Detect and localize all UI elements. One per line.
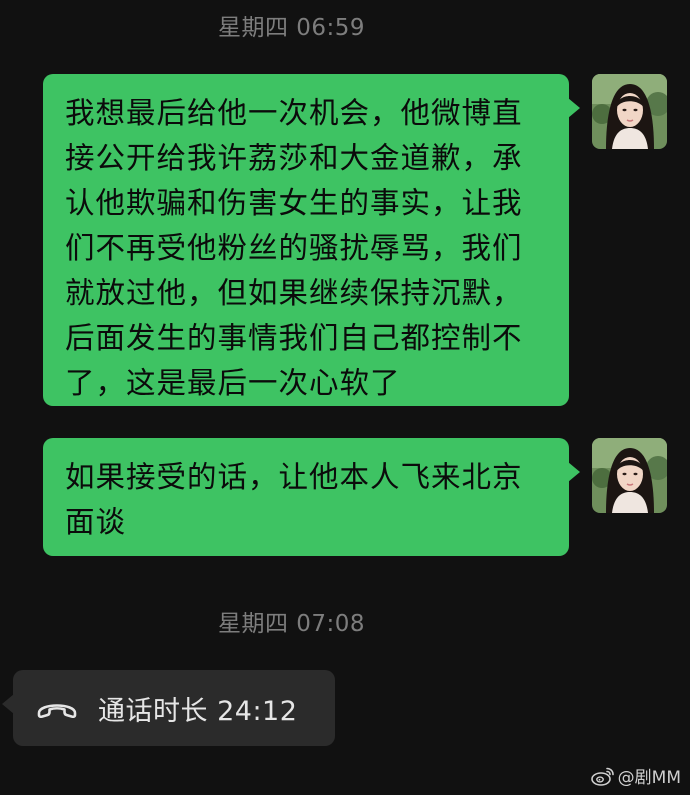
avatar[interactable] xyxy=(592,74,667,149)
watermark-text: @剧MM xyxy=(617,768,681,788)
phone-hangup-icon xyxy=(35,693,81,723)
timestamp-2: 星期四 07:08 xyxy=(217,611,366,637)
timestamp-1: 星期四 06:59 xyxy=(217,15,366,41)
sent-message-bubble-1[interactable]: 我想最后给他一次机会，他微博直接公开给我许荔莎和大金道歉，承认他欺骗和伤害女生的… xyxy=(43,74,580,406)
sent-message-bubble-2[interactable]: 如果接受的话，让他本人飞来北京面谈 xyxy=(43,438,580,556)
call-duration-text: 通话时长 24:12 xyxy=(98,695,298,727)
weibo-logo-icon xyxy=(590,766,615,786)
watermark: @剧MM xyxy=(590,763,681,788)
call-record-bubble[interactable]: 通话时长 24:12 xyxy=(2,670,335,746)
avatar[interactable] xyxy=(592,438,667,513)
